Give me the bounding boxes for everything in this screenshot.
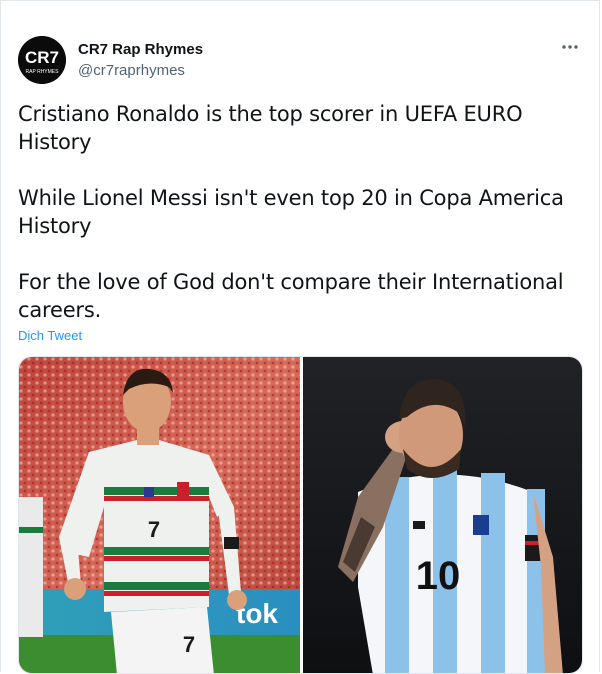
translate-tweet-link[interactable]: Dịch Tweet bbox=[18, 328, 82, 344]
author-handle[interactable]: @cr7raprhymes bbox=[78, 62, 185, 80]
avatar-sub-text: RAP RHYMES bbox=[26, 69, 60, 75]
more-horizontal-icon[interactable] bbox=[559, 38, 581, 56]
tweet-media: tok 7 7 10 bbox=[18, 356, 583, 674]
media-photo-left[interactable]: tok 7 7 bbox=[19, 357, 300, 673]
avatar[interactable]: CR7 RAP RHYMES bbox=[18, 36, 66, 84]
shorts-number: 7 bbox=[183, 632, 195, 657]
avatar-logo-text: CR7 bbox=[25, 48, 59, 67]
media-photo-right[interactable]: 10 bbox=[303, 357, 582, 673]
author-display-name[interactable]: CR7 Rap Rhymes bbox=[78, 41, 203, 59]
tweet-paragraph: While Lionel Messi isn't even top 20 in … bbox=[18, 186, 564, 238]
shirt-number: 7 bbox=[148, 517, 160, 542]
tweet-card: CR7 RAP RHYMES CR7 Rap Rhymes @cr7raprhy… bbox=[0, 0, 600, 674]
shirt-number: 10 bbox=[416, 554, 461, 598]
tweet-text: Cristiano Ronaldo is the top scorer in U… bbox=[18, 100, 578, 324]
tweet-paragraph: Cristiano Ronaldo is the top scorer in U… bbox=[18, 102, 523, 154]
tweet-paragraph: For the love of God don't compare their … bbox=[18, 270, 564, 322]
cr7-logo-image: CR7 RAP RHYMES bbox=[18, 36, 66, 84]
